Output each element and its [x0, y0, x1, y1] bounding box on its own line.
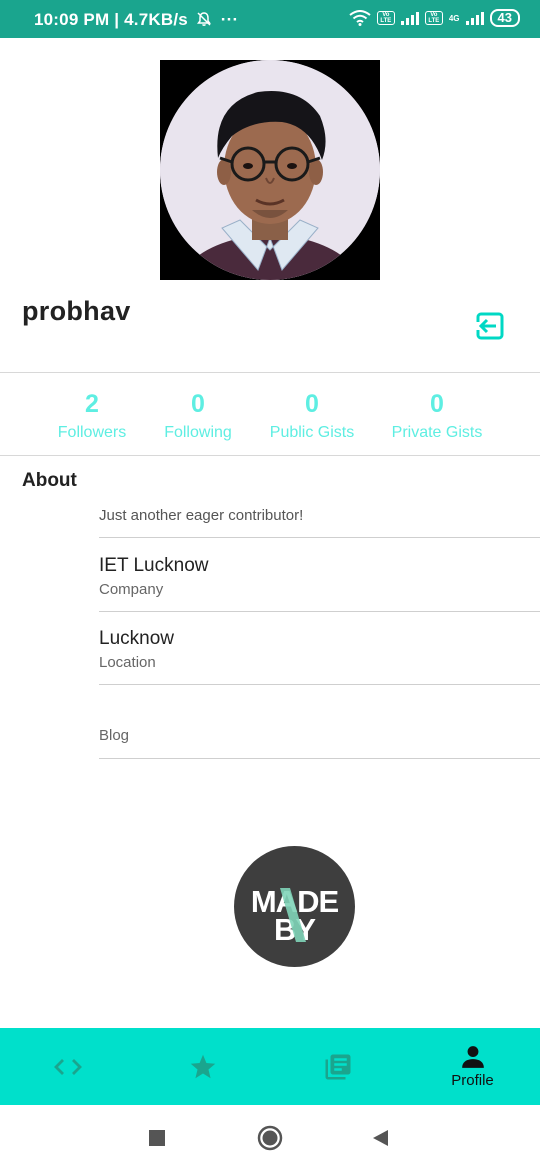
location-item: Lucknow Location — [99, 628, 540, 685]
username: probhav — [22, 296, 131, 326]
bio-item: Just another eager contributor! — [99, 507, 540, 539]
stat-public-gists-label: Public Gists — [269, 424, 355, 441]
battery-icon: 43 — [489, 9, 520, 27]
avatar-photo — [160, 60, 380, 280]
nav-library[interactable] — [270, 1028, 405, 1105]
status-speed: 4.7KB/s — [124, 10, 188, 29]
stat-following-value: 0 — [191, 390, 205, 418]
status-bar: 10:09 PM | 4.7KB/s ··· Vo LTE Vo LTE 4G … — [0, 0, 540, 38]
wifi-icon — [349, 10, 371, 26]
avatar — [160, 60, 380, 280]
company-label: Company — [99, 581, 164, 598]
logout-icon[interactable] — [474, 310, 506, 342]
stat-followers[interactable]: 2 Followers — [42, 390, 142, 442]
blog-value — [99, 702, 540, 723]
stat-private-gists-value: 0 — [430, 390, 444, 418]
stat-private-gists[interactable]: 0 Private Gists — [377, 390, 497, 442]
nav-code[interactable] — [0, 1028, 135, 1105]
company-value: IET Lucknow — [99, 555, 209, 576]
nav-profile-label: Profile — [451, 1072, 494, 1089]
divider — [99, 684, 540, 685]
status-right: Vo LTE Vo LTE 4G 43 — [349, 9, 520, 27]
divider — [0, 372, 540, 373]
stat-private-gists-label: Private Gists — [391, 424, 483, 441]
volte-badge-2: Vo LTE — [424, 11, 443, 25]
system-nav-bar — [0, 1105, 540, 1170]
home-icon[interactable] — [257, 1125, 283, 1151]
bell-off-icon — [196, 12, 211, 26]
person-icon — [461, 1046, 484, 1068]
about-title: About — [22, 470, 77, 491]
status-left: 10:09 PM | 4.7KB/s ··· — [34, 10, 239, 29]
volte-badge-1: Vo LTE — [376, 11, 395, 25]
code-icon — [53, 1058, 82, 1075]
divider — [99, 537, 540, 538]
signal-icon-1 — [400, 11, 419, 25]
divider — [0, 455, 540, 456]
network-type: 4G — [448, 13, 460, 23]
recents-icon[interactable] — [148, 1129, 166, 1147]
status-time: 10:09 PM — [34, 10, 110, 29]
stat-following-label: Following — [164, 424, 232, 441]
person-photo-icon — [160, 60, 380, 280]
status-more: ··· — [220, 10, 239, 29]
bottom-nav: Profile — [0, 1028, 540, 1105]
star-icon — [190, 1054, 215, 1078]
divider — [99, 758, 540, 759]
blog-item[interactable]: Blog — [99, 702, 540, 759]
stat-public-gists-value: 0 — [305, 390, 319, 418]
blog-label: Blog — [99, 727, 130, 744]
bio-text: Just another eager contributor! — [99, 507, 304, 524]
nav-profile[interactable]: Profile — [405, 1028, 540, 1105]
location-value: Lucknow — [99, 628, 174, 649]
nav-starred[interactable] — [135, 1028, 270, 1105]
made-by-logo: MADE BY — [234, 846, 355, 967]
stat-followers-value: 2 — [85, 390, 99, 418]
company-item: IET Lucknow Company — [99, 555, 540, 612]
stat-public-gists[interactable]: 0 Public Gists — [257, 390, 367, 442]
divider — [99, 611, 540, 612]
stat-followers-label: Followers — [57, 424, 127, 441]
location-label: Location — [99, 654, 156, 671]
library-icon — [325, 1054, 350, 1079]
stat-following[interactable]: 0 Following — [148, 390, 248, 442]
signal-icon-2 — [465, 11, 484, 25]
back-icon[interactable] — [370, 1128, 390, 1148]
